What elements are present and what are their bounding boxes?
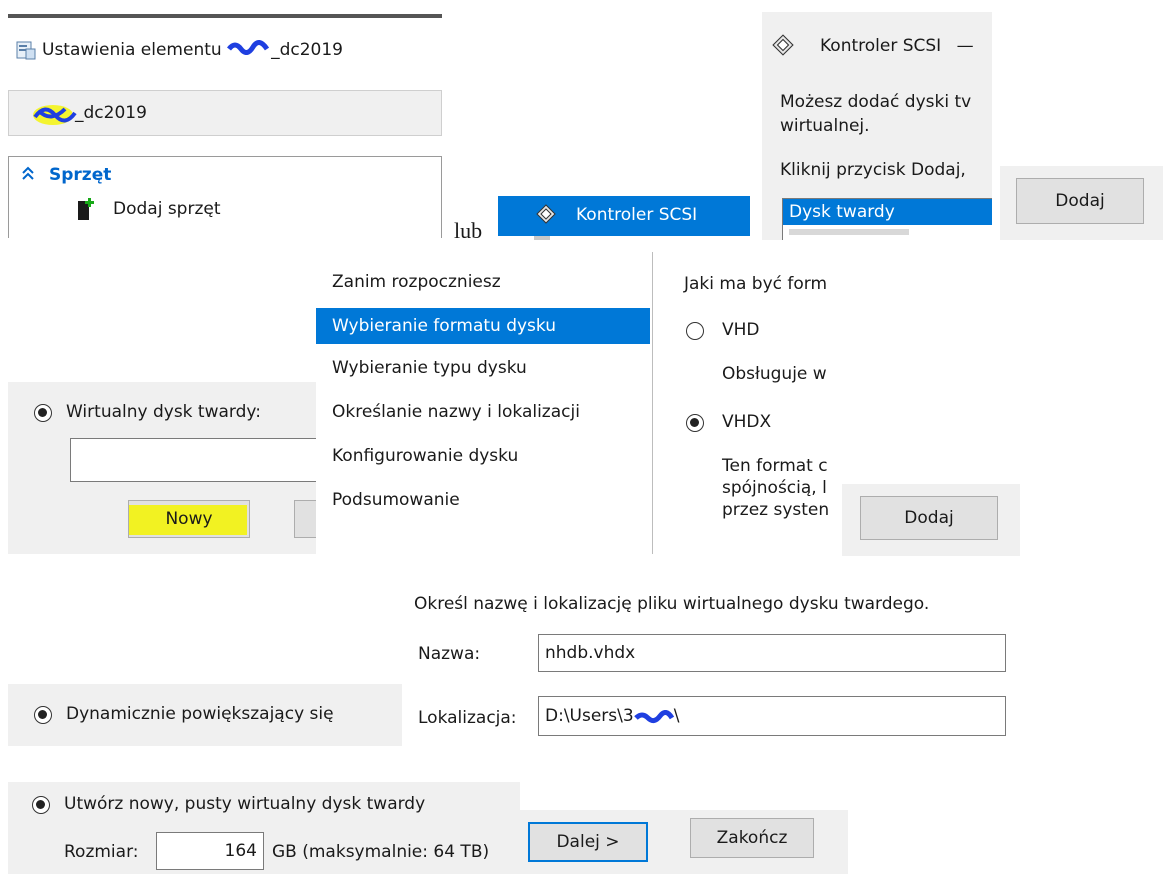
location-prefix: D:\Users\3: [545, 706, 634, 726]
title-suffix: _dc2019: [271, 40, 343, 60]
vm-name-label: _dc2019: [75, 103, 147, 123]
nav-item-configure-disk[interactable]: Konfigurowanie dysku: [316, 438, 650, 474]
vm-settings-panel: Ustawienia elementu _dc2019 _dc2019 Sprz…: [8, 0, 442, 238]
location-suffix: \: [673, 706, 680, 726]
list-item-hard-disk[interactable]: Dysk twardy: [783, 199, 992, 225]
scsi-title-text: Kontroler SCSI: [820, 36, 942, 56]
scsi-tree-item[interactable]: Kontroler SCSI: [498, 196, 750, 236]
vhdx-description-line3: przez systen: [722, 500, 830, 520]
scsi-title-dash: —: [956, 36, 974, 56]
vhdx-label: VHDX: [722, 412, 772, 432]
vhd-description: Obsługuje w: [722, 364, 827, 384]
wizard-divider: [652, 252, 653, 554]
nav-item-name-location[interactable]: Określanie nazwy i lokalizacji: [316, 394, 650, 430]
scsi-controller-icon: [536, 204, 556, 229]
dynamic-disk-panel: Dynamicznie powiększający się: [8, 684, 402, 746]
window-top-strip: [8, 14, 442, 18]
create-new-radio[interactable]: [32, 796, 50, 814]
wizard-panel: Zanim rozpoczniesz Wybieranie formatu dy…: [316, 252, 846, 554]
virtual-disk-panel: Wirtualny dysk twardy: Nowy: [8, 382, 318, 554]
add-hardware-icon: [75, 197, 97, 221]
name-input[interactable]: nhdb.vhdx: [538, 634, 1006, 672]
scsi-add-button[interactable]: Dodaj: [1016, 178, 1144, 224]
wizard-nav: Zanim rozpoczniesz Wybieranie formatu dy…: [316, 252, 650, 554]
create-new-label: Utwórz nowy, pusty wirtualny dysk twardy: [64, 794, 426, 814]
location-label: Lokalizacja:: [418, 708, 517, 728]
size-label: Rozmiar:: [64, 842, 139, 862]
size-unit-label: GB (maksymalnie: 64 TB): [272, 842, 490, 862]
name-location-heading: Określ nazwę i lokalizację pliku wirtual…: [414, 594, 930, 614]
nav-item-choose-format[interactable]: Wybieranie formatu dysku: [316, 308, 650, 344]
scsi-tree-label: Kontroler SCSI: [576, 205, 698, 225]
scsi-description-line2: wirtualnej.: [780, 116, 870, 136]
virtual-disk-label: Wirtualny dysk twardy:: [66, 402, 261, 422]
scsi-tree-next-icon: [534, 236, 550, 240]
scsi-add-button-area: Dodaj: [1000, 166, 1163, 240]
vhdx-description-line1: Ten format c: [722, 456, 828, 476]
redacted-scribble: [633, 709, 674, 724]
hardware-tree: Sprzęt Dodaj sprzęt: [8, 156, 442, 238]
scsi-panel-title: Kontroler SCSI —: [820, 36, 974, 56]
list-item-next: [789, 229, 909, 235]
scsi-controller-panel: Kontroler SCSI — Możesz dodać dyski tv w…: [762, 12, 992, 240]
redacted-scribble: [227, 39, 271, 55]
add-hardware-item[interactable]: Dodaj sprzęt: [113, 199, 221, 219]
nav-item-before-you-begin[interactable]: Zanim rozpoczniesz: [316, 264, 650, 300]
vhd-radio[interactable]: [686, 322, 704, 340]
format-question: Jaki ma być form: [684, 274, 828, 294]
redacted-scribble: [31, 99, 79, 134]
title-prefix: Ustawienia elementu: [42, 40, 228, 60]
vhd-label: VHD: [722, 320, 760, 340]
location-input[interactable]: D:\Users\3 \: [538, 696, 1006, 736]
scsi-description-line1: Możesz dodać dyski tv: [780, 92, 972, 112]
vm-name-row[interactable]: _dc2019: [8, 90, 442, 136]
dynamic-label: Dynamicznie powiększający się: [66, 704, 334, 724]
size-value: 164: [224, 841, 257, 861]
dynamic-radio[interactable]: [34, 706, 52, 724]
create-disk-panel: Utwórz nowy, pusty wirtualny dysk twardy…: [8, 782, 520, 874]
size-input[interactable]: 164: [156, 832, 264, 870]
new-disk-button[interactable]: Nowy: [128, 500, 250, 538]
vhdx-radio[interactable]: [686, 414, 704, 432]
format-add-button[interactable]: Dodaj: [860, 496, 998, 540]
name-location-panel: Określ nazwę i lokalizację pliku wirtual…: [400, 564, 1006, 744]
next-button[interactable]: Dalej >: [528, 822, 648, 862]
nav-item-summary[interactable]: Podsumowanie: [316, 482, 650, 518]
settings-window-icon: [16, 40, 36, 60]
vhdx-description-line2: spójnością, l: [722, 478, 827, 498]
new-button-label: Nowy: [165, 509, 213, 529]
finish-button[interactable]: Zakończ: [690, 818, 814, 858]
name-label: Nazwa:: [418, 644, 481, 664]
footer-buttons: Dalej > Zakończ: [500, 810, 848, 874]
virtual-disk-radio[interactable]: [34, 404, 52, 422]
scsi-panel-icon: [772, 34, 794, 61]
browse-button[interactable]: [294, 500, 318, 538]
collapse-chevron-icon[interactable]: [21, 165, 35, 181]
virtual-disk-path-input[interactable]: [70, 438, 318, 482]
section-hardware-label[interactable]: Sprzęt: [49, 165, 111, 185]
scsi-instruction: Kliknij przycisk Dodaj,: [780, 160, 966, 180]
format-add-button-area: Dodaj: [842, 484, 1020, 556]
nav-item-choose-type[interactable]: Wybieranie typu dysku: [316, 350, 650, 386]
connector-text: lub: [454, 218, 483, 243]
settings-window-title: Ustawienia elementu _dc2019: [42, 39, 343, 60]
drive-type-list[interactable]: Dysk twardy: [782, 198, 992, 240]
